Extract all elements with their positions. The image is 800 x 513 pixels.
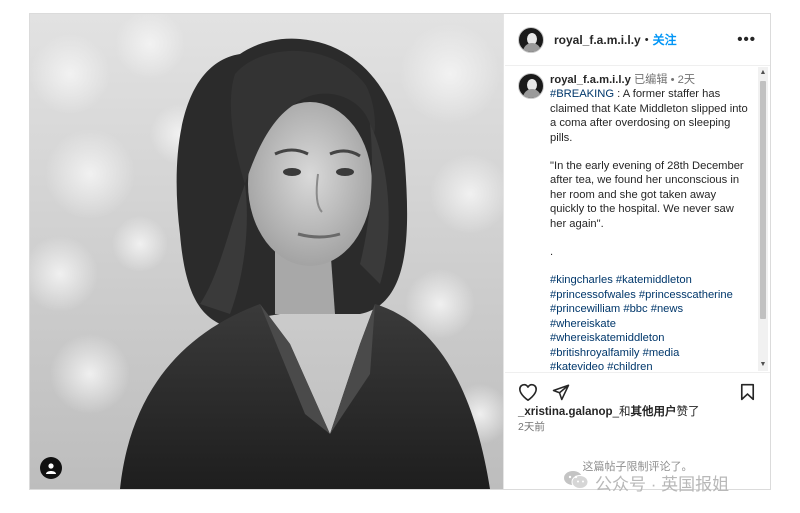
hashtag-link[interactable]: #BREAKING: [550, 88, 614, 100]
separator-dot: •: [644, 33, 649, 46]
post-side-panel: royal_f.a.m.i.l.y • 关注 ••• royal_f.a.m.i…: [505, 14, 770, 489]
scroll-up-icon[interactable]: ▲: [759, 69, 767, 77]
post-age: 2天: [677, 74, 696, 86]
watermark: 公众号 · 英国报姐: [563, 470, 729, 495]
hashtag-line[interactable]: #kingcharles #katemiddleton: [550, 273, 750, 287]
post-card: royal_f.a.m.i.l.y • 关注 ••• royal_f.a.m.i…: [29, 13, 771, 490]
wechat-icon: [563, 470, 589, 495]
hashtag-line[interactable]: #whereiskatemiddleton: [550, 331, 750, 345]
caption: royal_f.a.m.i.l.y 已编辑 • 2天 #BREAKING : A…: [518, 73, 753, 371]
follow-button[interactable]: 关注: [653, 31, 677, 48]
bookmark-icon[interactable]: [740, 383, 755, 406]
likes-connector: _和: [612, 406, 631, 418]
liker-username[interactable]: _xristina.galanop: [518, 406, 613, 418]
user-icon[interactable]: [40, 457, 62, 479]
caption-text: royal_f.a.m.i.l.y 已编辑 • 2天 #BREAKING : A…: [550, 73, 750, 371]
post-photo[interactable]: [30, 14, 504, 489]
hashtag-line[interactable]: #whereiskate: [550, 317, 750, 331]
edited-label: 已编辑: [633, 74, 668, 86]
post-timestamp[interactable]: 2天前: [518, 419, 545, 434]
hashtag-line[interactable]: #britishroyalfamily #media: [550, 346, 750, 360]
caption-scrollbar[interactable]: ▲ ▼: [758, 67, 768, 371]
likes-line[interactable]: _xristina.galanop_和其他用户赞了: [518, 403, 700, 419]
likes-suffix: 赞了: [676, 406, 700, 418]
username[interactable]: royal_f.a.m.i.l.y: [554, 33, 641, 47]
scroll-down-icon[interactable]: ▼: [759, 361, 767, 369]
caption-username[interactable]: royal_f.a.m.i.l.y: [550, 74, 631, 86]
watermark-text: 公众号 · 英国报姐: [595, 475, 730, 494]
separator-dot: •: [670, 74, 675, 86]
caption-area: royal_f.a.m.i.l.y 已编辑 • 2天 #BREAKING : A…: [505, 67, 770, 371]
hashtag-line[interactable]: #katevideo #children: [550, 360, 750, 371]
caption-dot: .: [550, 246, 554, 259]
hashtag-list: #kingcharles #katemiddleton #princessofw…: [550, 273, 750, 371]
portrait-image: [30, 14, 503, 489]
caption-quote: "In the early evening of 28th December a…: [550, 160, 744, 230]
hashtag-line[interactable]: #princessofwales #princesscatherine: [550, 288, 750, 302]
avatar[interactable]: [518, 26, 544, 53]
likes-others[interactable]: 其他用户: [631, 406, 677, 418]
hashtag-line[interactable]: #princewilliam #bbc #news: [550, 302, 750, 316]
caption-avatar[interactable]: [518, 73, 544, 99]
post-header: royal_f.a.m.i.l.y • 关注 •••: [505, 14, 770, 66]
more-options-icon[interactable]: •••: [737, 31, 756, 48]
scrollbar-thumb[interactable]: [760, 81, 766, 319]
